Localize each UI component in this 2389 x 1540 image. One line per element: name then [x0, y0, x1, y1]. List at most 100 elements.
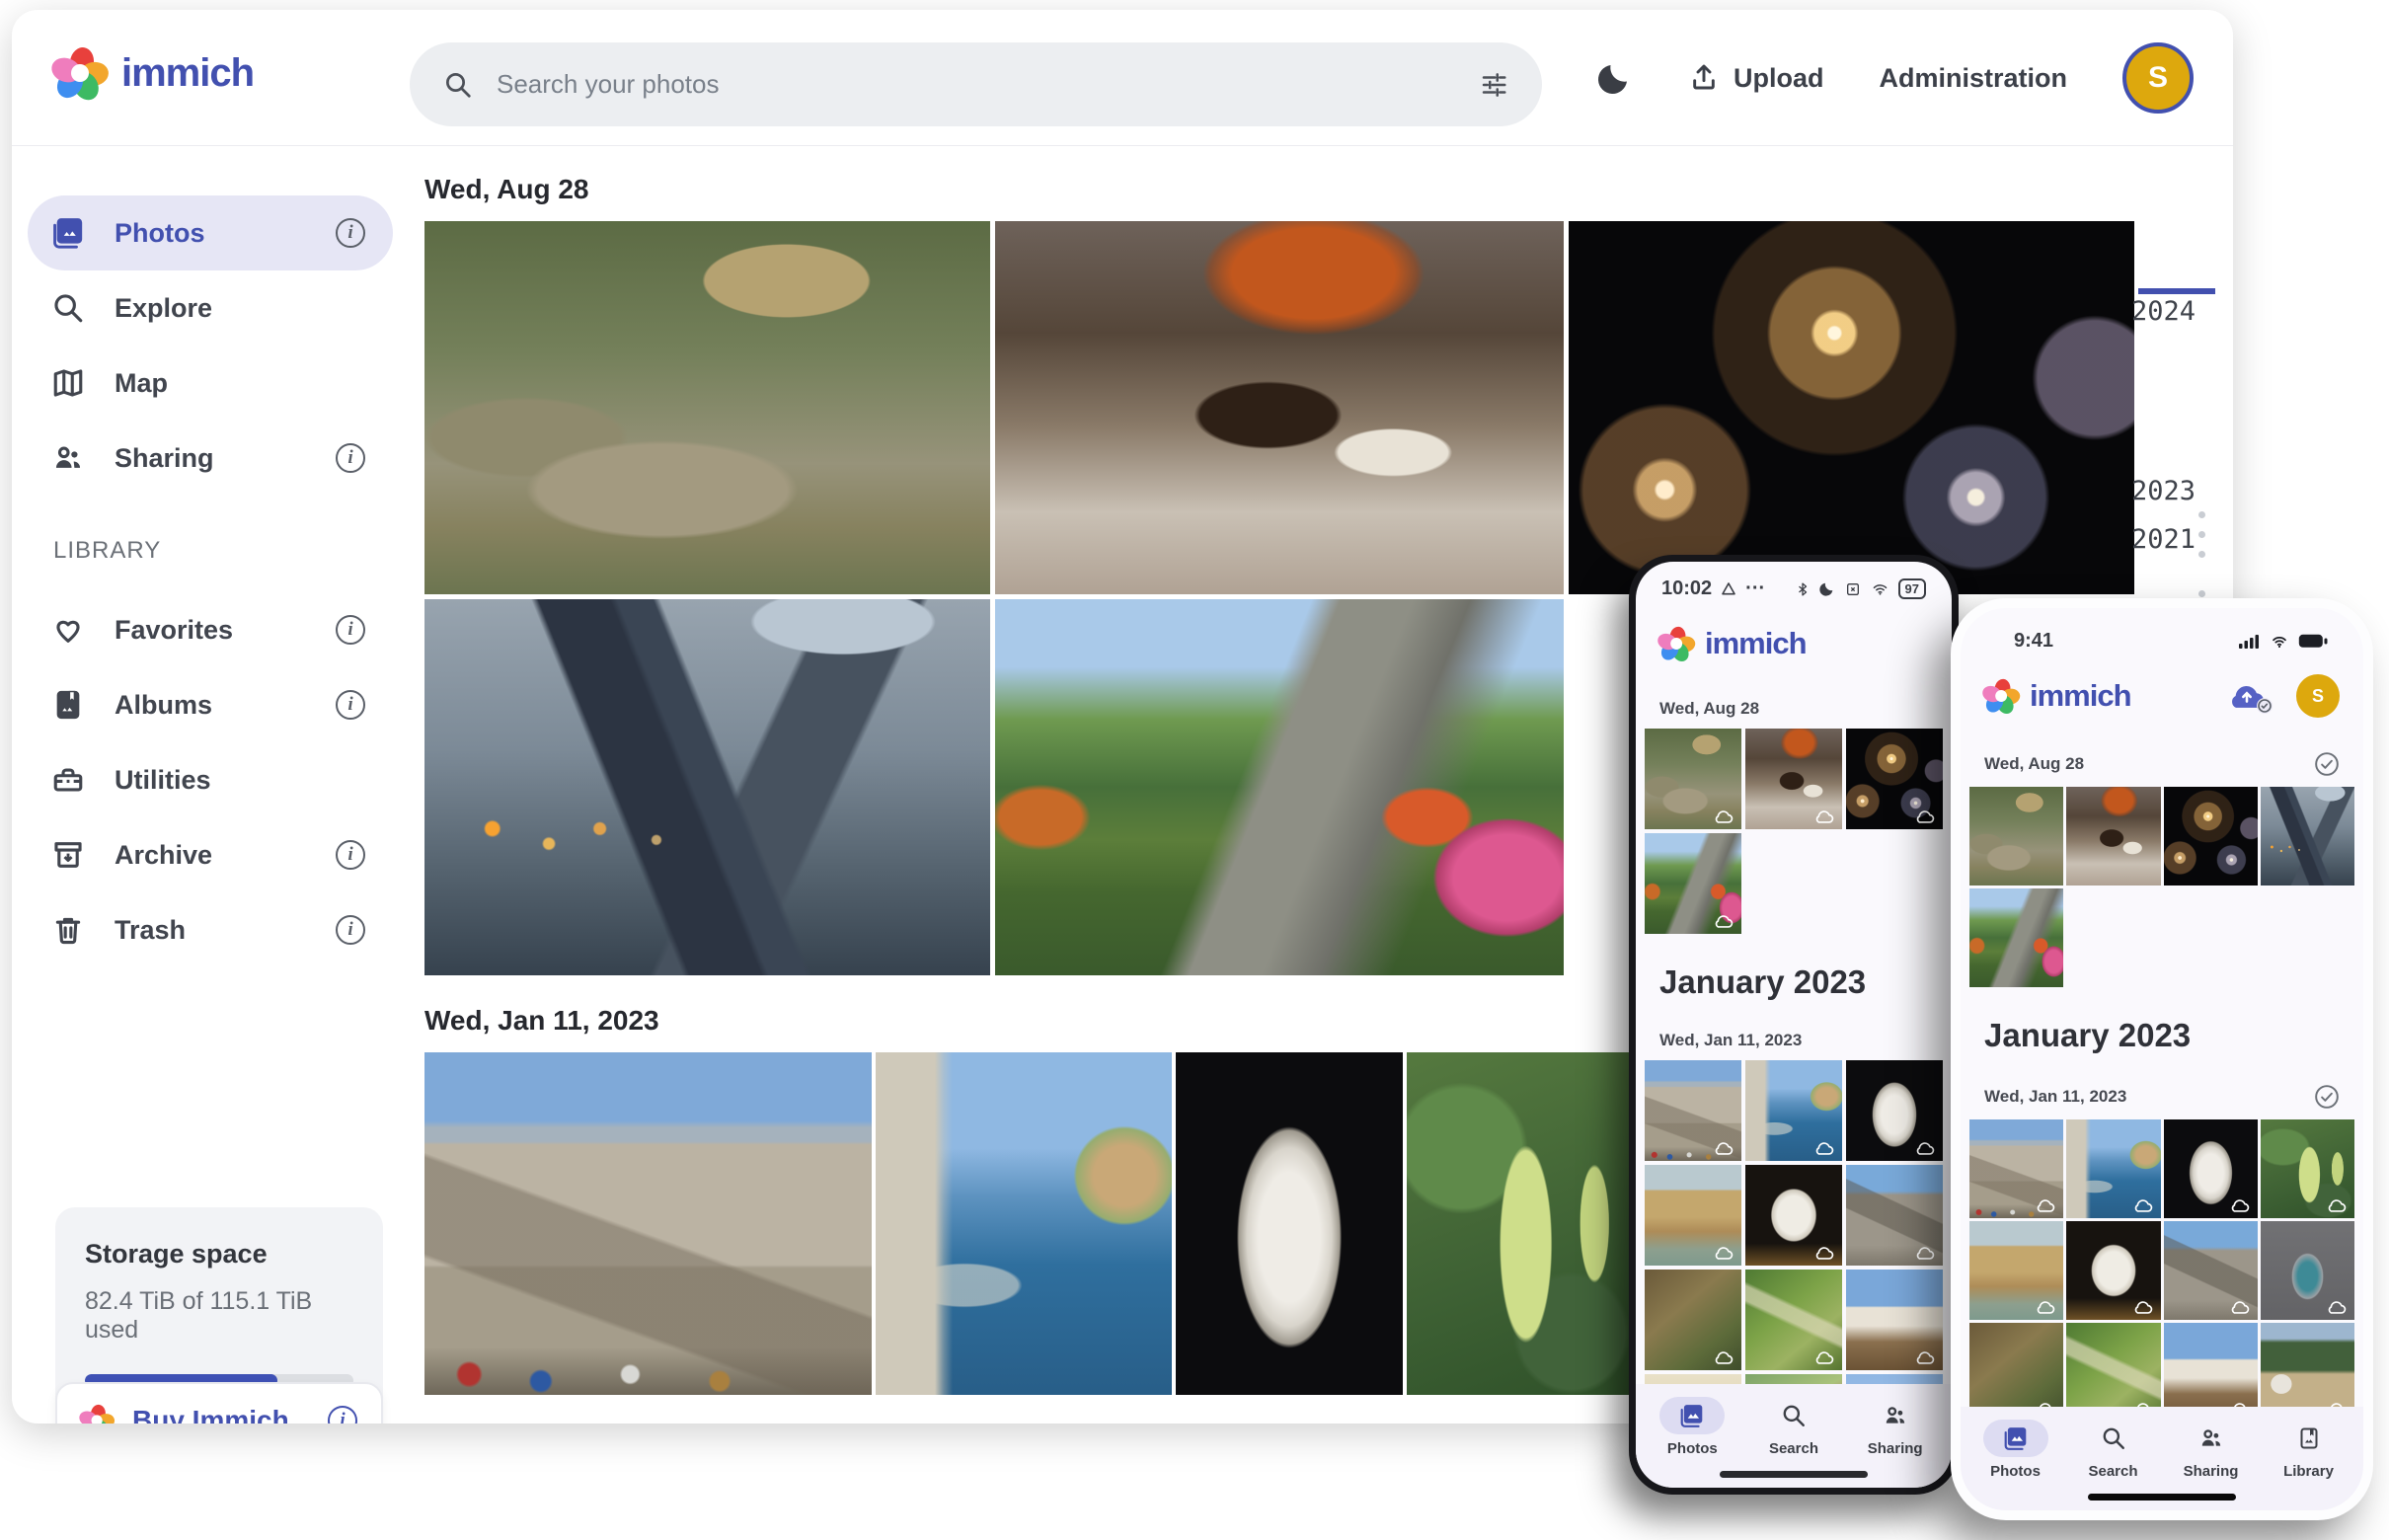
scrubber-year-2024[interactable]: 2024	[2131, 296, 2196, 327]
photo-sea-grapes[interactable]	[2261, 1119, 2354, 1218]
nav-item-photos[interactable]: Photos	[1659, 1397, 1725, 1457]
immich-flower-icon	[81, 1405, 102, 1424]
photo-marble-bust[interactable]	[1846, 1060, 1943, 1161]
buy-immich-button[interactable]: Buy Immich i	[55, 1382, 383, 1424]
photo-fireworks[interactable]	[1569, 221, 2134, 594]
select-check-circle-icon[interactable]	[2314, 751, 2340, 777]
photo-autumn-dinner[interactable]	[2066, 787, 2160, 886]
photo-lizard-moss[interactable]	[1745, 1270, 1842, 1370]
select-check-circle-icon[interactable]	[2314, 1084, 2340, 1110]
user-avatar[interactable]: S	[2122, 42, 2194, 114]
photo-coastal-town[interactable]	[2066, 1119, 2160, 1218]
photo-castle-ruins[interactable]	[1846, 1165, 1943, 1266]
photo-marble-carving[interactable]	[1745, 1165, 1842, 1266]
archive-icon	[51, 838, 85, 872]
cloud-sync-icon	[2326, 1299, 2348, 1315]
home-indicator[interactable]	[1720, 1471, 1868, 1478]
photo-monkeys-zoo[interactable]	[424, 221, 990, 594]
user-avatar[interactable]: S	[2296, 674, 2340, 718]
administration-link[interactable]: Administration	[1879, 63, 2067, 94]
sidebar-item-explore[interactable]: Explore	[28, 270, 393, 346]
bluetooth-icon	[1796, 580, 1810, 598]
scrubber-handle[interactable]	[2138, 288, 2215, 294]
search-icon	[443, 70, 473, 100]
photos-info-icon[interactable]: i	[336, 218, 365, 248]
cloud-sync-icon	[2229, 1299, 2251, 1315]
cellular-signal-icon	[2239, 634, 2261, 650]
photo-lizard[interactable]	[1645, 1270, 1741, 1370]
photo-marble-carving[interactable]	[2066, 1221, 2160, 1320]
photo-autumn-dinner[interactable]	[1745, 729, 1842, 829]
cloud-sync-icon	[2035, 1197, 2056, 1213]
theme-toggle-moon-icon[interactable]	[1595, 59, 1633, 97]
buy-info-icon[interactable]: i	[328, 1406, 357, 1424]
albums-info-icon[interactable]: i	[336, 690, 365, 720]
sidebar-item-sharing[interactable]: Sharing i	[28, 421, 393, 496]
sidebar-item-archive[interactable]: Archive i	[28, 817, 393, 892]
cloud-sync-icon	[1914, 1349, 1936, 1365]
trash-info-icon[interactable]: i	[336, 915, 365, 945]
photo-fortress-walls[interactable]	[424, 1052, 872, 1395]
photo-fireworks[interactable]	[1846, 729, 1943, 829]
photo-holding-hands[interactable]	[2261, 787, 2354, 886]
photo-garden-path[interactable]	[1645, 833, 1741, 934]
nav-item-sharing[interactable]: Sharing	[1863, 1397, 1928, 1457]
sidebar-item-map[interactable]: Map	[28, 346, 393, 421]
photo-ornament[interactable]	[2261, 1221, 2354, 1320]
photo-holding-hands[interactable]	[424, 599, 990, 975]
photo-marble-bust[interactable]	[2164, 1119, 2258, 1218]
sidebar-item-favorites[interactable]: Favorites i	[28, 592, 393, 667]
photo-monkeys-zoo[interactable]	[1645, 729, 1741, 829]
search-filter-icon[interactable]	[1479, 70, 1508, 100]
sidebar-item-trash[interactable]: Trash i	[28, 892, 393, 967]
brand-name: immich	[121, 51, 254, 96]
navbar-right-cluster: Upload Administration S	[1595, 10, 2194, 146]
cloud-sync-icon	[2229, 1197, 2251, 1213]
phone1-date-jan: Wed, Jan 11, 2023	[1636, 1001, 1952, 1060]
nav-item-library[interactable]: Library	[2276, 1420, 2342, 1480]
dnd-moon-icon	[1818, 580, 1835, 597]
phone2-date-aug: Wed, Aug 28	[1961, 722, 2363, 787]
photo-autumn-dinner[interactable]	[995, 221, 1564, 594]
immich-flower-icon	[1984, 679, 2008, 713]
scrubber-year-2023[interactable]: 2023	[2131, 476, 2196, 506]
nav-item-sharing[interactable]: Sharing	[2179, 1420, 2244, 1480]
photo-coastal-town[interactable]	[1745, 1060, 1842, 1161]
photo-marble-bust[interactable]	[1176, 1052, 1403, 1395]
brand-name: immich	[2030, 678, 2131, 714]
phone2-clock: 9:41	[2014, 630, 2053, 653]
phone-mockup-ios: 9:41 immich	[1951, 598, 2373, 1520]
photo-monkeys-zoo[interactable]	[1969, 787, 2063, 886]
upload-button[interactable]: Upload	[1688, 62, 1824, 94]
photo-fortress-walls[interactable]	[1969, 1119, 2063, 1218]
photo-fortress-walls[interactable]	[1645, 1060, 1741, 1161]
favorites-info-icon[interactable]: i	[336, 615, 365, 645]
phone2-status-bar: 9:41	[1961, 608, 2363, 656]
photo-coastal-town[interactable]	[876, 1052, 1172, 1395]
photo-garden-path[interactable]	[1969, 888, 2063, 987]
scrubber-year-2021[interactable]: 2021	[2131, 524, 2196, 555]
sidebar-item-albums[interactable]: Albums i	[28, 667, 393, 742]
photo-beach-cliff[interactable]	[1645, 1165, 1741, 1266]
wifi-icon	[1871, 581, 1889, 597]
photo-castle-ruins[interactable]	[2164, 1221, 2258, 1320]
photo-garden-path[interactable]	[995, 599, 1564, 975]
search-bar[interactable]: Search your photos	[410, 42, 1542, 126]
immich-flower-icon	[1659, 627, 1683, 660]
archive-info-icon[interactable]: i	[336, 840, 365, 870]
sidebar-item-utilities[interactable]: Utilities	[28, 742, 393, 817]
backup-cloud-icon[interactable]	[2225, 680, 2269, 712]
search-placeholder: Search your photos	[497, 69, 1455, 100]
photo-snow-tower[interactable]	[1846, 1270, 1943, 1370]
immich-logo[interactable]: immich	[54, 47, 254, 99]
sharing-info-icon[interactable]: i	[336, 443, 365, 473]
nav-item-photos[interactable]: Photos	[1983, 1420, 2048, 1480]
photo-sea-grapes[interactable]	[1407, 1052, 1636, 1395]
home-indicator[interactable]	[2088, 1494, 2236, 1501]
nav-item-search[interactable]: Search	[1761, 1397, 1826, 1457]
photo-fireworks[interactable]	[2164, 787, 2258, 886]
nav-item-search[interactable]: Search	[2081, 1420, 2146, 1480]
sidebar-item-photos[interactable]: Photos i	[28, 195, 393, 270]
photo-beach-cliff[interactable]	[1969, 1221, 2063, 1320]
buy-immich-label: Buy Immich	[132, 1405, 310, 1424]
